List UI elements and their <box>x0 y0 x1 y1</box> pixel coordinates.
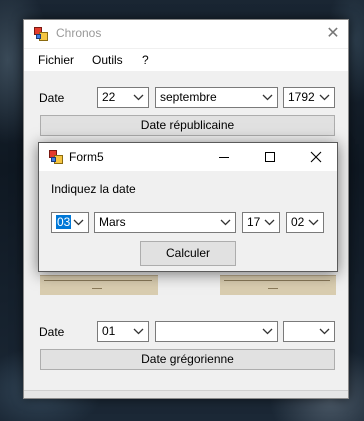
date-label-top: Date <box>39 91 65 105</box>
month-combo-top[interactable]: septembre <box>155 87 278 108</box>
chevron-down-icon[interactable] <box>319 88 331 107</box>
year-combo-bottom[interactable] <box>283 321 335 342</box>
minimize-icon[interactable] <box>201 143 247 171</box>
day-value-top: 22 <box>102 90 116 104</box>
calculate-button[interactable]: Calculer <box>140 241 236 266</box>
month-value: Mars <box>99 215 126 229</box>
maximize-icon[interactable] <box>247 143 293 171</box>
day-value: 03 <box>56 215 72 229</box>
document-image-left <box>40 275 158 295</box>
minute-combo[interactable]: 02 <box>286 212 324 233</box>
day-value-bottom: 01 <box>102 324 116 338</box>
chevron-down-icon[interactable] <box>220 213 232 232</box>
app-icon <box>49 150 63 164</box>
year-combo-top[interactable]: 1792 <box>283 87 335 108</box>
menu-fichier[interactable]: Fichier <box>38 53 74 67</box>
date-prompt: Indiquez la date <box>51 182 136 196</box>
dialog-titlebar[interactable]: Form5 <box>39 143 337 171</box>
month-combo[interactable]: Mars <box>94 212 236 233</box>
menubar: Fichier Outils ? <box>24 49 348 71</box>
form5-dialog: Form5 Indiquez la date 03 Mars 17 02 Cal… <box>38 142 338 272</box>
chevron-down-icon[interactable] <box>319 322 331 341</box>
chevron-down-icon[interactable] <box>262 88 274 107</box>
chevron-down-icon[interactable] <box>73 213 85 232</box>
day-combo-top[interactable]: 22 <box>97 87 149 108</box>
window-title: Chronos <box>56 26 102 40</box>
menu-help[interactable]: ? <box>142 53 149 67</box>
chevron-down-icon[interactable] <box>133 322 145 341</box>
year-value-top: 1792 <box>288 90 315 104</box>
chevron-down-icon[interactable] <box>133 88 145 107</box>
hour-value: 17 <box>247 215 261 229</box>
gregorian-date-button[interactable]: Date grégorienne <box>40 349 335 370</box>
hour-combo[interactable]: 17 <box>242 212 280 233</box>
close-icon[interactable] <box>293 143 339 171</box>
dialog-title: Form5 <box>69 150 104 164</box>
menu-outils[interactable]: Outils <box>92 53 123 67</box>
day-combo[interactable]: 03 <box>51 212 89 233</box>
chevron-down-icon[interactable] <box>262 322 274 341</box>
chevron-down-icon[interactable] <box>308 213 320 232</box>
minute-value: 02 <box>291 215 305 229</box>
main-titlebar[interactable]: Chronos ✕ <box>24 20 348 48</box>
chevron-down-icon[interactable] <box>264 213 276 232</box>
close-icon[interactable]: ✕ <box>318 20 348 48</box>
republican-date-button[interactable]: Date républicaine <box>40 115 335 136</box>
month-combo-bottom[interactable] <box>155 321 278 342</box>
status-strip <box>24 390 348 398</box>
date-label-bottom: Date <box>39 325 65 339</box>
document-image-right <box>220 275 336 295</box>
month-value-top: septembre <box>160 90 217 104</box>
day-combo-bottom[interactable]: 01 <box>97 321 149 342</box>
app-icon <box>34 27 48 41</box>
